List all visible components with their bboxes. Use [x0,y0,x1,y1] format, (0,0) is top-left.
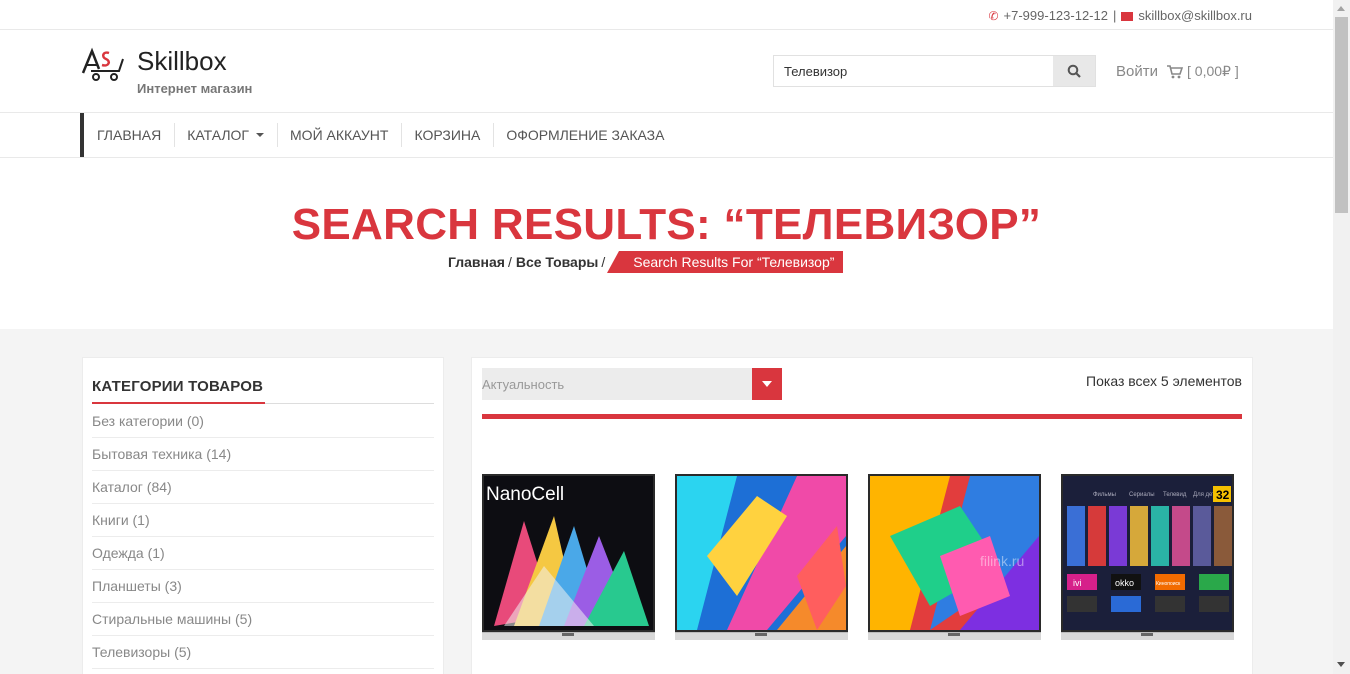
email-link[interactable]: skillbox@skillbox.ru [1138,8,1252,23]
caret-down-icon [256,133,265,137]
nav-item-checkout[interactable]: ОФОРМЛЕНИЕ ЗАКАЗА [493,113,677,157]
scrollbar-thumb[interactable] [1335,17,1348,213]
category-link[interactable]: Бытовая техника (14) [92,438,434,471]
cart-button[interactable]: [ 0,00₽ ] [1167,63,1239,80]
category-link[interactable]: Одежда (1) [92,537,434,570]
search-icon [1067,64,1081,78]
breadcrumb-all-products[interactable]: Все Товары [516,254,599,270]
product-card[interactable] [675,474,848,644]
main-nav: ГЛАВНАЯ КАТАЛОГ МОЙ АККАУНТ КОРЗИНА ОФОР… [0,113,1333,158]
content-area: КАТЕГОРИИ ТОВАРОВ Без категории (0) Быто… [0,329,1333,674]
product-image[interactable]: NanoCell [482,474,655,632]
svg-text:Сериалы: Сериалы [1129,492,1155,498]
divider [482,414,1242,419]
tv-image-colorburst: filink.ru [870,476,1039,630]
category-link[interactable]: Планшеты (3) [92,570,434,603]
title-underline [92,402,265,404]
phone-number[interactable]: +7-999-123-12-12 [1004,8,1108,23]
nav-item-label: КАТАЛОГ [187,127,250,143]
nav-item-account[interactable]: МОЙ АККАУНТ [277,113,401,157]
envelope-icon [1121,12,1134,21]
category-link[interactable]: Каталог (84) [92,471,434,504]
svg-text:Фильмы: Фильмы [1093,492,1116,498]
breadcrumb-home[interactable]: Главная [448,254,505,270]
login-link[interactable]: Войти [1116,63,1158,80]
category-list: Без категории (0) Бытовая техника (14) К… [92,405,434,669]
breadcrumb-separator: / [507,254,512,270]
category-sidebar: КАТЕГОРИИ ТОВАРОВ Без категории (0) Быто… [82,357,444,674]
category-link[interactable]: Без категории (0) [92,405,434,438]
search-form [773,55,1096,87]
svg-text:32: 32 [1216,488,1230,502]
tv-stand [675,632,848,640]
page-title: SEARCH RESULTS: “ТЕЛЕВИЗОР” [291,200,1042,249]
tv-image-nanocell: NanoCell [484,476,653,630]
tv-stand [1061,632,1234,640]
brand-tagline: Интернет магазин [137,81,253,96]
breadcrumb: Главная / Все Товары / Search Results Fo… [448,251,844,273]
sidebar-title: КАТЕГОРИИ ТОВАРОВ [92,378,264,395]
nav-item-catalog[interactable]: КАТАЛОГ [174,113,277,157]
svg-text:ivi: ivi [1073,578,1082,588]
tv-stand [482,632,655,640]
logo-icon[interactable] [81,47,125,83]
product-image[interactable] [675,474,848,632]
result-count: Показ всех 5 элементов [1086,373,1242,389]
top-bar: ✆ +7-999-123-12-12 | skillbox@skillbox.r… [0,0,1333,30]
nav-item-home[interactable]: ГЛАВНАЯ [84,113,174,157]
page-hero: SEARCH RESULTS: “ТЕЛЕВИЗОР” Главная / Вс… [0,158,1333,329]
nav-item-label: ГЛАВНАЯ [97,127,162,143]
sort-select[interactable]: Актуальность [482,368,782,400]
tv-image-abstract [677,476,846,630]
svg-text:okko: okko [1115,578,1134,588]
breadcrumb-current: Search Results For “Телевизор” [607,251,844,273]
category-link[interactable]: Книги (1) [92,504,434,537]
breadcrumb-separator: / [601,254,606,270]
nav-item-label: КОРЗИНА [414,127,481,143]
nav-item-cart[interactable]: КОРЗИНА [401,113,493,157]
scroll-down-icon[interactable] [1337,662,1345,667]
brand-name[interactable]: Skillbox [137,46,227,77]
nav-item-label: ОФОРМЛЕНИЕ ЗАКАЗА [506,127,665,143]
category-link[interactable]: Телевизоры (5) [92,636,434,669]
search-input[interactable] [774,56,1053,86]
tv-brand-text: NanoCell [486,484,564,505]
cart-total: [ 0,00₽ ] [1187,63,1239,79]
product-card[interactable]: filink.ru [868,474,1041,644]
contact-info: ✆ +7-999-123-12-12 | skillbox@skillbox.r… [988,8,1252,23]
product-card[interactable]: NanoCell [482,474,655,644]
product-image[interactable]: Фильмы Сериалы Телевид Для детей 32 ivi [1061,474,1234,632]
product-list: Актуальность Показ всех 5 элементов Nano… [471,357,1253,674]
phone-icon: ✆ [988,8,999,23]
chevron-down-icon[interactable] [752,368,782,400]
search-button[interactable] [1053,56,1095,86]
sort-select-value: Актуальность [482,377,565,392]
svg-text:Телевид: Телевид [1163,492,1187,498]
svg-text:Кинопоиск: Кинопоиск [1156,581,1181,587]
page-scrollbar[interactable] [1333,0,1350,674]
cart-icon [1167,64,1183,78]
category-link[interactable]: Стиральные машины (5) [92,603,434,636]
nav-item-label: МОЙ АККАУНТ [290,127,389,143]
tv-image-smart-ui: Фильмы Сериалы Телевид Для детей 32 ivi [1063,476,1232,630]
tv-stand [868,632,1041,640]
product-card[interactable]: Фильмы Сериалы Телевид Для детей 32 ivi [1061,474,1234,644]
product-image[interactable]: filink.ru [868,474,1041,632]
site-header: Skillbox Интернет магазин Войти [ 0,00₽ … [0,30,1333,113]
contact-separator: | [1112,8,1117,23]
scroll-up-icon[interactable] [1337,6,1345,11]
tv-watermark: filink.ru [980,553,1024,569]
